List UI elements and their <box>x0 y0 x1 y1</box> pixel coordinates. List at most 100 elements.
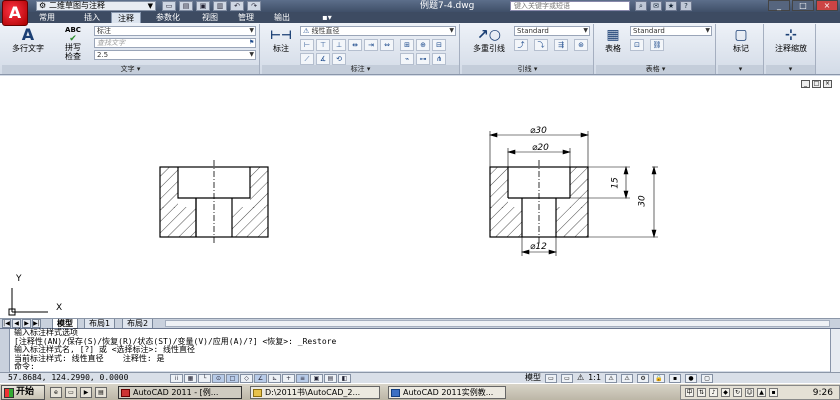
override-icon[interactable]: ⋔ <box>432 53 446 65</box>
command-scrollbar[interactable] <box>830 329 840 372</box>
snap-toggle[interactable]: ⁞⁞ <box>170 374 183 383</box>
open-icon[interactable]: ▤ <box>179 1 193 11</box>
isolate-icon[interactable]: ● <box>685 373 698 383</box>
command-prompt-input[interactable]: 命令: <box>14 362 840 372</box>
maximize-button[interactable]: □ <box>792 0 814 11</box>
osnap-toggle[interactable]: □ <box>226 374 239 383</box>
save-icon[interactable]: ▣ <box>196 1 210 11</box>
text-height-combo[interactable]: 2.5 ▼ <box>94 50 256 60</box>
sc-toggle[interactable]: ◧ <box>338 374 351 383</box>
multileader-button[interactable]: ↗○ 多重引线 <box>466 26 512 53</box>
messenger-icon[interactable]: ☺ <box>745 388 754 397</box>
horizontal-scrollbar[interactable] <box>165 320 830 327</box>
3dosnap-toggle[interactable]: ◇ <box>240 374 253 383</box>
center-mark-icon[interactable]: ⊕ <box>416 39 430 51</box>
browser-icon[interactable]: e <box>50 387 62 398</box>
leaders-panel-title[interactable]: 引线 ▾ <box>462 65 593 74</box>
taskbar-item-explorer[interactable]: D:\2011书\AutoCAD_2... <box>250 386 380 399</box>
first-layout-icon[interactable]: |◀ <box>2 319 11 328</box>
mtext-button[interactable]: A 多行文字 <box>8 26 48 54</box>
update-icon[interactable]: ↻ <box>733 388 742 397</box>
text-panel-title[interactable]: 文字 ▾ <box>2 65 259 74</box>
text-style-combo[interactable]: 标注 ▼ <box>94 26 256 36</box>
start-button[interactable]: 开始 <box>1 385 45 400</box>
tab-manage[interactable]: 管理 <box>232 12 260 23</box>
jogged-linear-icon[interactable]: ⌁ <box>400 53 414 65</box>
drawing-canvas[interactable]: _ □ × ⌀30 ⌀20 ⌀12 15 30 Y X <box>0 76 840 318</box>
align-leader-icon[interactable]: ⇶ <box>554 39 568 51</box>
tray-app-icon[interactable]: ▪ <box>769 388 778 397</box>
reassociate-icon[interactable]: ⊶ <box>416 53 430 65</box>
security-icon[interactable]: ◆ <box>721 388 730 397</box>
tab-parametric[interactable]: 参数化 <box>148 12 188 23</box>
tab-insert[interactable]: 插入 <box>76 12 108 23</box>
workspace-switch-icon[interactable]: ⚙ <box>637 373 650 383</box>
polar-toggle[interactable]: ⊙ <box>212 374 225 383</box>
dimupdate-icon[interactable]: ⟲ <box>332 53 346 65</box>
dimspace-icon[interactable]: ⇔ <box>380 39 394 51</box>
redo-icon[interactable]: ↷ <box>247 1 261 11</box>
application-menu-button[interactable]: A <box>2 0 28 26</box>
otrack-toggle[interactable]: ∠ <box>254 374 267 383</box>
volume-icon[interactable]: ♪ <box>709 388 718 397</box>
mleader-style-combo[interactable]: Standard ▼ <box>514 26 590 36</box>
last-layout-icon[interactable]: ▶| <box>32 319 41 328</box>
taskbar-item-autocad[interactable]: AutoCAD 2011 - [例... <box>118 386 242 399</box>
baseline-dim-icon[interactable]: ⊥ <box>332 39 346 51</box>
annotation-scaling-button[interactable]: ⊹ 注释缩放 <box>768 26 814 53</box>
dimstyle-combo[interactable]: ⚠ 线性直径 ▼ <box>300 26 456 36</box>
collect-leader-icon[interactable]: ⊛ <box>574 39 588 51</box>
tab-home[interactable]: 常用 <box>28 12 66 23</box>
minimize-button[interactable]: _ <box>768 0 790 11</box>
lineweight-toggle[interactable]: ≡ <box>296 374 309 383</box>
annotation-scaling-panel-title[interactable]: ▾ <box>766 65 815 74</box>
undo-icon[interactable]: ↶ <box>230 1 244 11</box>
tab-annotate[interactable]: 注释 <box>111 12 141 23</box>
ime-icon[interactable]: 中 <box>685 388 694 397</box>
search-icon[interactable]: ⌕ <box>635 1 647 11</box>
favorites-icon[interactable]: ★ <box>665 1 677 11</box>
coordinates-readout[interactable]: 57.8684, 124.2990, 0.0000 <box>8 373 128 383</box>
linear-dim-icon[interactable]: ⊢ <box>300 39 314 51</box>
annotation-scale-value[interactable]: 1:1 <box>588 373 601 383</box>
taskbar-clock[interactable]: 9:26 <box>813 386 833 400</box>
markup-button[interactable]: ▢ 标记 <box>722 26 760 53</box>
table-style-combo[interactable]: Standard ▼ <box>630 26 712 36</box>
tolerance-icon[interactable]: ⊞ <box>400 39 414 51</box>
find-text-input[interactable]: 查找文字 ⚑ <box>94 38 256 48</box>
model-space-toggle[interactable]: 模型 <box>525 373 541 383</box>
help-icon[interactable]: ? <box>680 1 692 11</box>
hardware-accel-icon[interactable]: ▪ <box>669 373 682 383</box>
oblique-icon[interactable]: ⟋ <box>300 53 314 65</box>
ribbon-minimize-toggle[interactable]: ▪▾ <box>316 12 338 23</box>
dimbreak-icon[interactable]: ⇥ <box>364 39 378 51</box>
tables-panel-title[interactable]: 表格 ▾ <box>596 65 715 74</box>
extract-data-icon[interactable]: ⊡ <box>630 39 644 51</box>
text-angle-icon[interactable]: ∡ <box>316 53 330 65</box>
lock-icon[interactable]: 🔒 <box>653 373 666 383</box>
spell-check-button[interactable]: ABC ✔ 拼写 检查 <box>58 26 88 61</box>
network-icon[interactable]: ⇅ <box>697 388 706 397</box>
grid-toggle[interactable]: ▦ <box>184 374 197 383</box>
folder-icon[interactable]: ▤ <box>95 387 107 398</box>
right-section-view[interactable] <box>489 160 589 244</box>
tpy-toggle[interactable]: ▣ <box>310 374 323 383</box>
table-button[interactable]: ▦ 表格 <box>598 26 628 53</box>
next-layout-icon[interactable]: ▶ <box>22 319 31 328</box>
taskbar-item-tutorial[interactable]: AutoCAD 2011实例教... <box>388 386 506 399</box>
new-icon[interactable]: ▭ <box>162 1 176 11</box>
workspace-dropdown[interactable]: ⚙ 二维草图与注释 ▼ <box>36 1 156 11</box>
markup-panel-title[interactable]: ▾ <box>718 65 763 74</box>
add-leader-icon[interactable]: ⤴ <box>514 39 528 51</box>
remove-leader-icon[interactable]: ⤵ <box>534 39 548 51</box>
dimensions-panel-title[interactable]: 标注 ▾ <box>262 65 459 74</box>
command-window-grip[interactable] <box>0 329 10 372</box>
plot-icon[interactable]: ▥ <box>213 1 227 11</box>
link-data-icon[interactable]: ⛓ <box>650 39 664 51</box>
left-section-view[interactable] <box>159 160 269 244</box>
annotation-visibility-icon[interactable]: ⚠ <box>605 373 618 383</box>
qp-toggle[interactable]: ▤ <box>324 374 337 383</box>
quick-view-layouts-icon[interactable]: ▭ <box>545 373 557 383</box>
quick-view-drawings-icon[interactable]: ▭ <box>561 373 573 383</box>
auto-scale-icon[interactable]: ⚠ <box>621 373 634 383</box>
